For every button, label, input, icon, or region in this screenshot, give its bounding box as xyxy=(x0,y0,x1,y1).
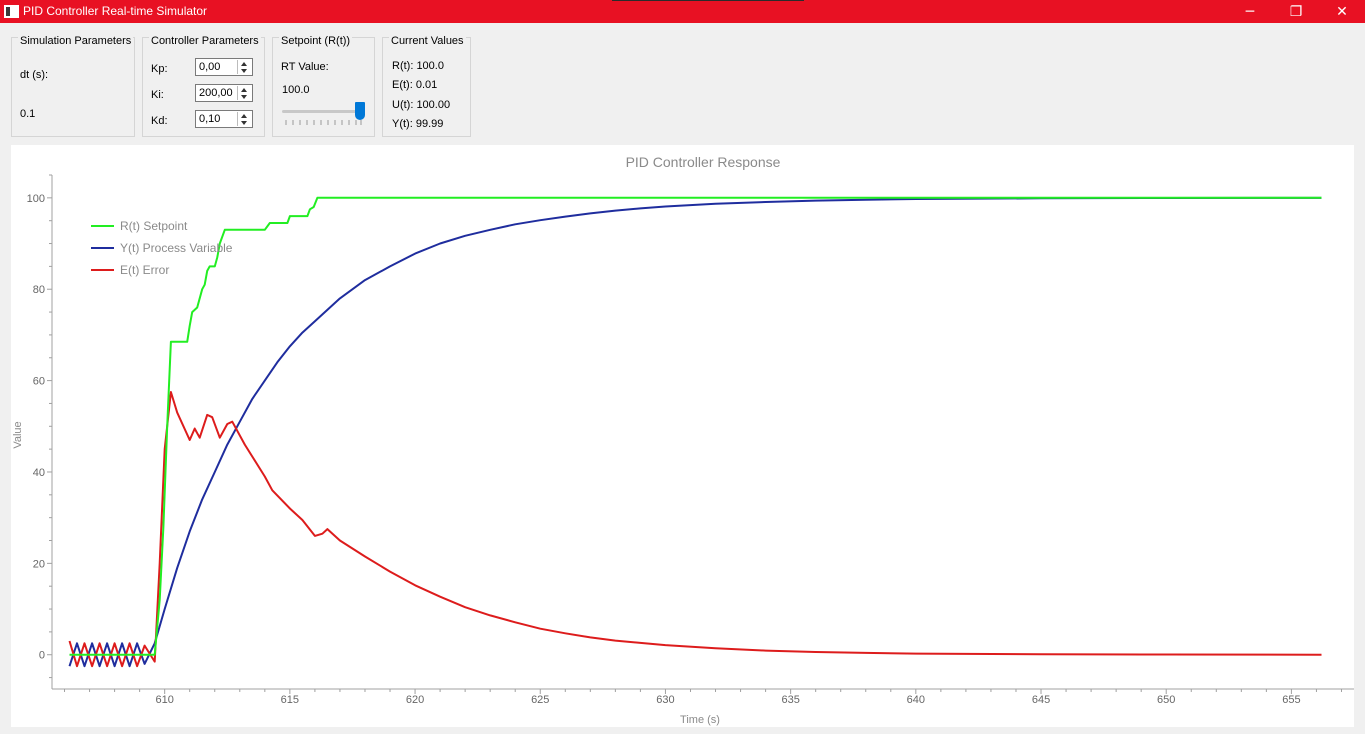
x-tick-label: 640 xyxy=(907,694,925,706)
kp-stepper[interactable] xyxy=(237,60,251,74)
ki-stepper[interactable] xyxy=(237,86,251,100)
kp-value: 0,00 xyxy=(199,61,221,73)
current-y: Y(t): 99.99 xyxy=(392,118,444,130)
x-tick-label: 620 xyxy=(406,694,424,706)
restore-icon: ❐ xyxy=(1289,3,1303,20)
x-tick-label: 655 xyxy=(1282,694,1300,706)
y-tick-label: 60 xyxy=(33,376,45,388)
series-line-y-t-process-variable xyxy=(68,196,1322,668)
app-icon xyxy=(4,5,19,18)
controller-parameters-title: Controller Parameters xyxy=(149,35,261,47)
x-tick-label: 630 xyxy=(656,694,674,706)
rt-value: 100.0 xyxy=(282,84,310,96)
kd-label: Kd: xyxy=(151,115,168,127)
legend-label: R(t) Setpoint xyxy=(120,219,188,233)
setpoint-slider-handle[interactable] xyxy=(355,102,365,120)
current-e: E(t): 0.01 xyxy=(392,79,438,91)
series-line-r-t-setpoint xyxy=(69,196,1322,656)
restore-button[interactable]: ❐ xyxy=(1273,0,1319,23)
simulation-parameters-title: Simulation Parameters xyxy=(18,35,134,47)
kd-value: 0,10 xyxy=(199,113,221,125)
close-icon: ✕ xyxy=(1336,3,1348,20)
kp-spinbox[interactable]: 0,00 xyxy=(195,58,253,76)
controller-parameters-group: Controller Parameters Kp: 0,00 Ki: 200,0… xyxy=(142,35,265,137)
setpoint-title: Setpoint (R(t)) xyxy=(279,35,353,47)
current-r: R(t): 100.0 xyxy=(392,60,444,72)
slider-ticks xyxy=(285,120,362,125)
dt-label: dt (s): xyxy=(20,69,49,81)
arrow-up-icon[interactable] xyxy=(241,88,247,92)
close-button[interactable]: ✕ xyxy=(1319,0,1365,23)
legend-label: Y(t) Process Variable xyxy=(120,241,233,255)
x-tick-label: 615 xyxy=(281,694,299,706)
ki-value: 200,00 xyxy=(199,87,233,99)
series-line-e-t-error xyxy=(68,391,1322,668)
ki-label: Ki: xyxy=(151,89,164,101)
x-axis-label: Time (s) xyxy=(680,714,720,726)
y-tick-label: 0 xyxy=(39,650,45,662)
x-tick-label: 645 xyxy=(1032,694,1050,706)
minimize-button[interactable]: ─ xyxy=(1227,0,1273,23)
y-axis-label: Value xyxy=(12,421,24,448)
x-tick-label: 625 xyxy=(531,694,549,706)
y-tick-label: 80 xyxy=(33,284,45,296)
setpoint-slider-track[interactable] xyxy=(282,110,362,113)
kd-stepper[interactable] xyxy=(237,112,251,126)
y-tick-label: 100 xyxy=(27,193,45,205)
legend-label: E(t) Error xyxy=(120,263,169,277)
window-title: PID Controller Real-time Simulator xyxy=(23,4,208,18)
dt-value: 0.1 xyxy=(20,108,36,120)
rt-value-label: RT Value: xyxy=(281,61,329,73)
current-u: U(t): 100.00 xyxy=(392,99,451,111)
arrow-up-icon[interactable] xyxy=(241,62,247,66)
kd-spinbox[interactable]: 0,10 xyxy=(195,110,253,128)
ki-spinbox[interactable]: 200,00 xyxy=(195,84,253,102)
y-tick-label: 20 xyxy=(33,558,45,570)
arrow-down-icon[interactable] xyxy=(241,121,247,125)
x-tick-label: 650 xyxy=(1157,694,1175,706)
minimize-icon: ─ xyxy=(1245,3,1255,20)
x-tick-label: 610 xyxy=(155,694,173,706)
current-values-title: Current Values xyxy=(389,35,466,47)
arrow-down-icon[interactable] xyxy=(241,95,247,99)
y-tick-label: 40 xyxy=(33,467,45,479)
response-chart[interactable]: PID Controller Response Value Time (s) 6… xyxy=(11,145,1354,727)
title-accent-line xyxy=(612,0,804,1)
chart-title: PID Controller Response xyxy=(626,154,781,170)
simulation-parameters-group: Simulation Parameters dt (s): 0.1 xyxy=(11,35,135,137)
title-bar: PID Controller Real-time Simulator ─ ❐ ✕ xyxy=(0,0,1365,23)
arrow-down-icon[interactable] xyxy=(241,69,247,73)
kp-label: Kp: xyxy=(151,63,168,75)
current-values-group: Current Values R(t): 100.0 E(t): 0.01 U(… xyxy=(382,35,471,137)
arrow-up-icon[interactable] xyxy=(241,114,247,118)
chart-svg[interactable]: PID Controller Response Value Time (s) 6… xyxy=(11,145,1354,727)
x-tick-label: 635 xyxy=(781,694,799,706)
